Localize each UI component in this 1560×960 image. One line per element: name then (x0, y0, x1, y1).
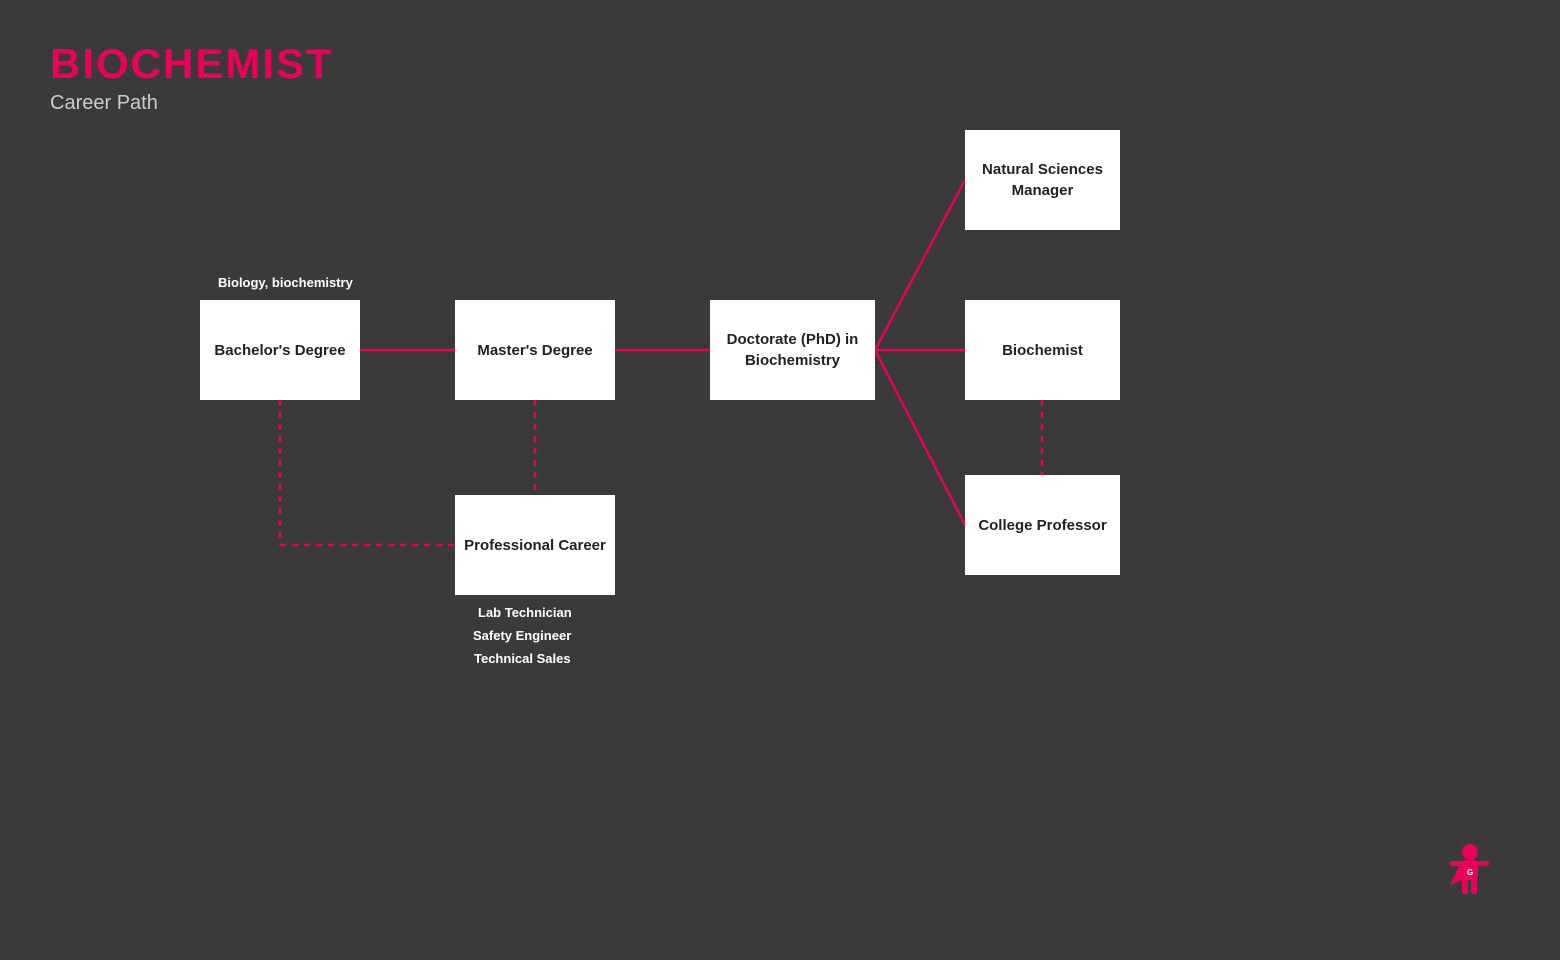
phd-card: Doctorate (PhD) in Biochemistry (710, 300, 875, 400)
connection-lines (0, 0, 1560, 960)
masters-degree-card: Master's Degree (455, 300, 615, 400)
natural-sciences-manager-card: Natural Sciences Manager (965, 130, 1120, 230)
bachelor-degree-card: Bachelor's Degree (200, 300, 360, 400)
svg-text:G: G (1467, 868, 1473, 877)
safety-engineer-label: Safety Engineer (473, 628, 571, 643)
header: BIOCHEMIST Career Path (50, 40, 334, 115)
page-subtitle: Career Path (50, 92, 334, 115)
college-professor-card: College Professor (965, 475, 1120, 575)
page-title: BIOCHEMIST (50, 40, 334, 88)
technical-sales-label: Technical Sales (474, 651, 571, 666)
biochemist-card: Biochemist (965, 300, 1120, 400)
professional-career-card: Professional Career (455, 495, 615, 595)
mascot-logo: G (1440, 840, 1500, 910)
lab-technician-label: Lab Technician (478, 605, 572, 620)
field-label: Biology, biochemistry (218, 275, 353, 290)
